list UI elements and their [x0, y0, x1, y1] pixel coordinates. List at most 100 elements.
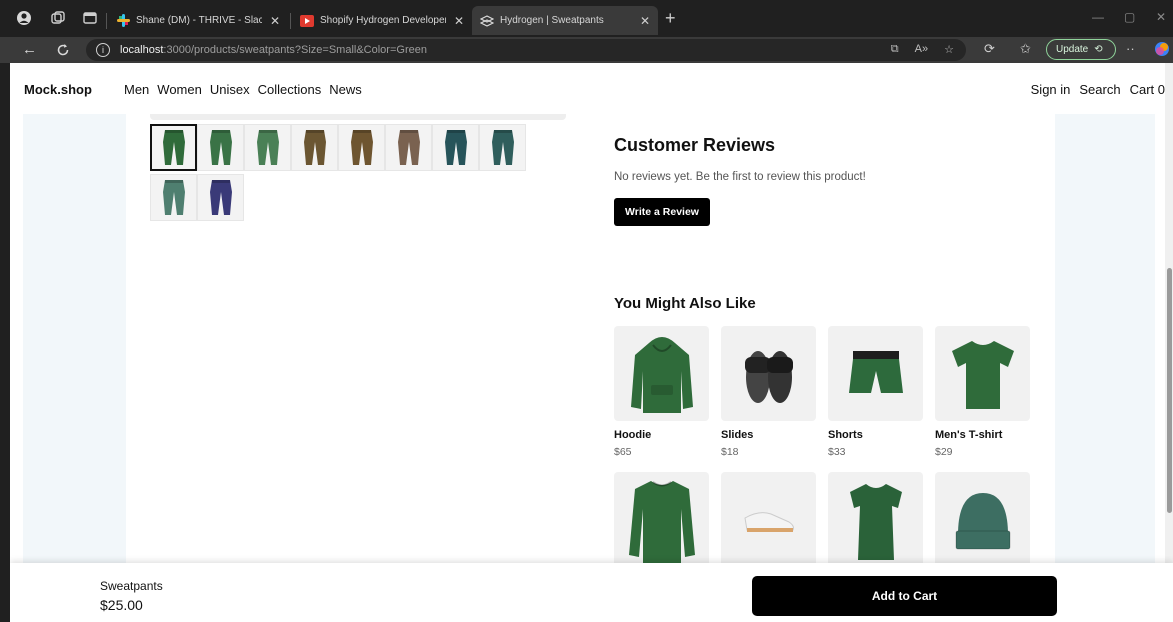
nav-link-men[interactable]: Men — [124, 82, 149, 97]
restore-icon[interactable]: ▢ — [1124, 10, 1135, 24]
product-card[interactable] — [828, 472, 923, 567]
page-side-panel-right — [1055, 114, 1155, 622]
tab-title: Shane (DM) - THRIVE - Slack — [136, 15, 262, 26]
product-thumbnail[interactable] — [291, 124, 338, 171]
tab-slack[interactable]: Shane (DM) - THRIVE - Slack ✕ — [108, 6, 288, 35]
sweatpants-icon — [303, 129, 326, 165]
sticky-product-name: Sweatpants — [100, 579, 163, 593]
product-card[interactable]: Men's T-shirt $29 — [935, 326, 1030, 458]
write-review-button[interactable]: Write a Review — [614, 198, 710, 226]
hydrogen-icon — [480, 14, 494, 28]
update-button[interactable]: Update ⟲ — [1046, 39, 1116, 60]
url-bar[interactable]: i localhost:3000/products/sweatpants?Siz… — [86, 39, 966, 61]
tab-youtube[interactable]: Shopify Hydrogen Developer Assi ✕ — [292, 6, 472, 35]
open-app-icon[interactable]: ⧉ — [891, 43, 899, 56]
product-card[interactable]: Hoodie $65 — [614, 326, 709, 458]
nav-link-news[interactable]: News — [329, 82, 362, 97]
window-close-icon[interactable]: ✕ — [1156, 10, 1166, 24]
profile-icon[interactable] — [16, 10, 32, 26]
favorite-star-icon[interactable]: ☆ — [944, 43, 954, 56]
beanie-icon[interactable] — [935, 472, 1030, 567]
read-aloud-icon[interactable]: A» — [915, 43, 928, 56]
product-thumbnail[interactable] — [197, 174, 244, 221]
product-price: $33 — [828, 446, 846, 458]
minimize-icon[interactable]: — — [1092, 10, 1104, 24]
site-info-icon[interactable]: i — [96, 43, 110, 57]
sweatpants-icon — [491, 129, 514, 165]
reviews-empty-message: No reviews yet. Be the first to review t… — [614, 171, 866, 183]
sweatpants-icon — [350, 129, 373, 165]
product-name[interactable]: Men's T-shirt — [935, 429, 1030, 441]
close-icon[interactable]: ✕ — [270, 14, 280, 28]
url-host: localhost — [120, 44, 164, 56]
product-thumbnail[interactable] — [197, 124, 244, 171]
url-path: :3000/products/sweatpants?Size=Small&Col… — [163, 44, 427, 56]
back-icon[interactable]: ← — [22, 41, 37, 58]
nav-link-collections[interactable]: Collections — [258, 82, 322, 97]
product-card[interactable] — [614, 472, 709, 567]
product-thumbnail[interactable] — [244, 124, 291, 171]
workspaces-icon[interactable] — [50, 10, 66, 26]
search-link[interactable]: Search — [1079, 82, 1120, 97]
scrollbar-thumb[interactable] — [1167, 268, 1172, 513]
sweatpants-icon — [256, 129, 279, 165]
copilot-icon[interactable] — [1154, 41, 1170, 60]
tab-title: Hydrogen | Sweatpants — [500, 15, 604, 26]
main-image-bottom-edge — [150, 114, 566, 120]
brand-logo[interactable]: Mock.shop — [24, 82, 92, 97]
product-thumbnail[interactable] — [479, 124, 526, 171]
recommendations-heading: You Might Also Like — [614, 295, 756, 312]
site-header: Mock.shop Men Women Unisex Collections N… — [10, 63, 1173, 114]
product-card[interactable] — [935, 472, 1030, 567]
refresh-icon[interactable] — [56, 41, 70, 61]
product-thumbnail[interactable] — [150, 174, 197, 221]
tab-actions-icon[interactable] — [82, 10, 98, 26]
product-price: $65 — [614, 446, 632, 458]
address-toolbar: ← i localhost:3000/products/sweatpants?S… — [0, 37, 1173, 63]
new-tab-icon[interactable]: + — [665, 8, 676, 29]
browser-tab-strip: Shane (DM) - THRIVE - Slack ✕ Shopify Hy… — [0, 0, 1173, 37]
page-side-panel-left — [23, 114, 126, 622]
youtube-icon — [300, 14, 314, 28]
product-card[interactable] — [721, 472, 816, 567]
favorites-icon[interactable]: ✩ — [1020, 41, 1031, 57]
womens-tshirt-icon[interactable] — [828, 472, 923, 567]
cart-link[interactable]: Cart 0 — [1130, 82, 1165, 97]
product-thumbnail[interactable] — [432, 124, 479, 171]
main-nav: Men Women Unisex Collections News — [124, 82, 362, 97]
product-thumbnail[interactable] — [150, 124, 197, 171]
slack-icon — [116, 14, 130, 28]
nav-link-unisex[interactable]: Unisex — [210, 82, 250, 97]
web-page: Mock.shop Men Women Unisex Collections N… — [10, 63, 1173, 622]
close-icon[interactable]: ✕ — [454, 14, 464, 28]
sweatpants-icon — [209, 129, 232, 165]
close-icon[interactable]: ✕ — [640, 14, 650, 28]
slides-icon[interactable] — [721, 326, 816, 421]
add-to-cart-button[interactable]: Add to Cart — [752, 576, 1057, 616]
sign-in-link[interactable]: Sign in — [1031, 82, 1071, 97]
update-badge-icon: ⟲ — [1094, 44, 1103, 55]
tab-title: Shopify Hydrogen Developer Assi — [320, 15, 446, 26]
sweatshirt-icon[interactable] — [614, 472, 709, 567]
sticky-cart-bar: Sweatpants $25.00 Add to Cart — [10, 563, 1173, 622]
more-options-icon[interactable]: ·· — [1126, 41, 1135, 56]
product-name[interactable]: Hoodie — [614, 429, 709, 441]
tshirt-icon[interactable] — [935, 326, 1030, 421]
product-price: $18 — [721, 446, 739, 458]
shorts-icon[interactable] — [828, 326, 923, 421]
sweatpants-icon — [162, 179, 185, 215]
product-thumbnail[interactable] — [338, 124, 385, 171]
product-name[interactable]: Shorts — [828, 429, 923, 441]
product-thumbnail[interactable] — [385, 124, 432, 171]
sneakers-icon[interactable] — [721, 472, 816, 567]
hoodie-icon[interactable] — [614, 326, 709, 421]
reviews-heading: Customer Reviews — [614, 135, 776, 155]
product-card[interactable]: Slides $18 — [721, 326, 816, 458]
product-card[interactable]: Shorts $33 — [828, 326, 923, 458]
extensions-icon[interactable]: ⟳ — [984, 41, 995, 57]
nav-link-women[interactable]: Women — [157, 82, 202, 97]
product-name[interactable]: Slides — [721, 429, 816, 441]
sticky-product-price: $25.00 — [100, 597, 143, 613]
tab-hydrogen[interactable]: Hydrogen | Sweatpants ✕ — [472, 6, 658, 35]
sweatpants-icon — [162, 129, 185, 165]
